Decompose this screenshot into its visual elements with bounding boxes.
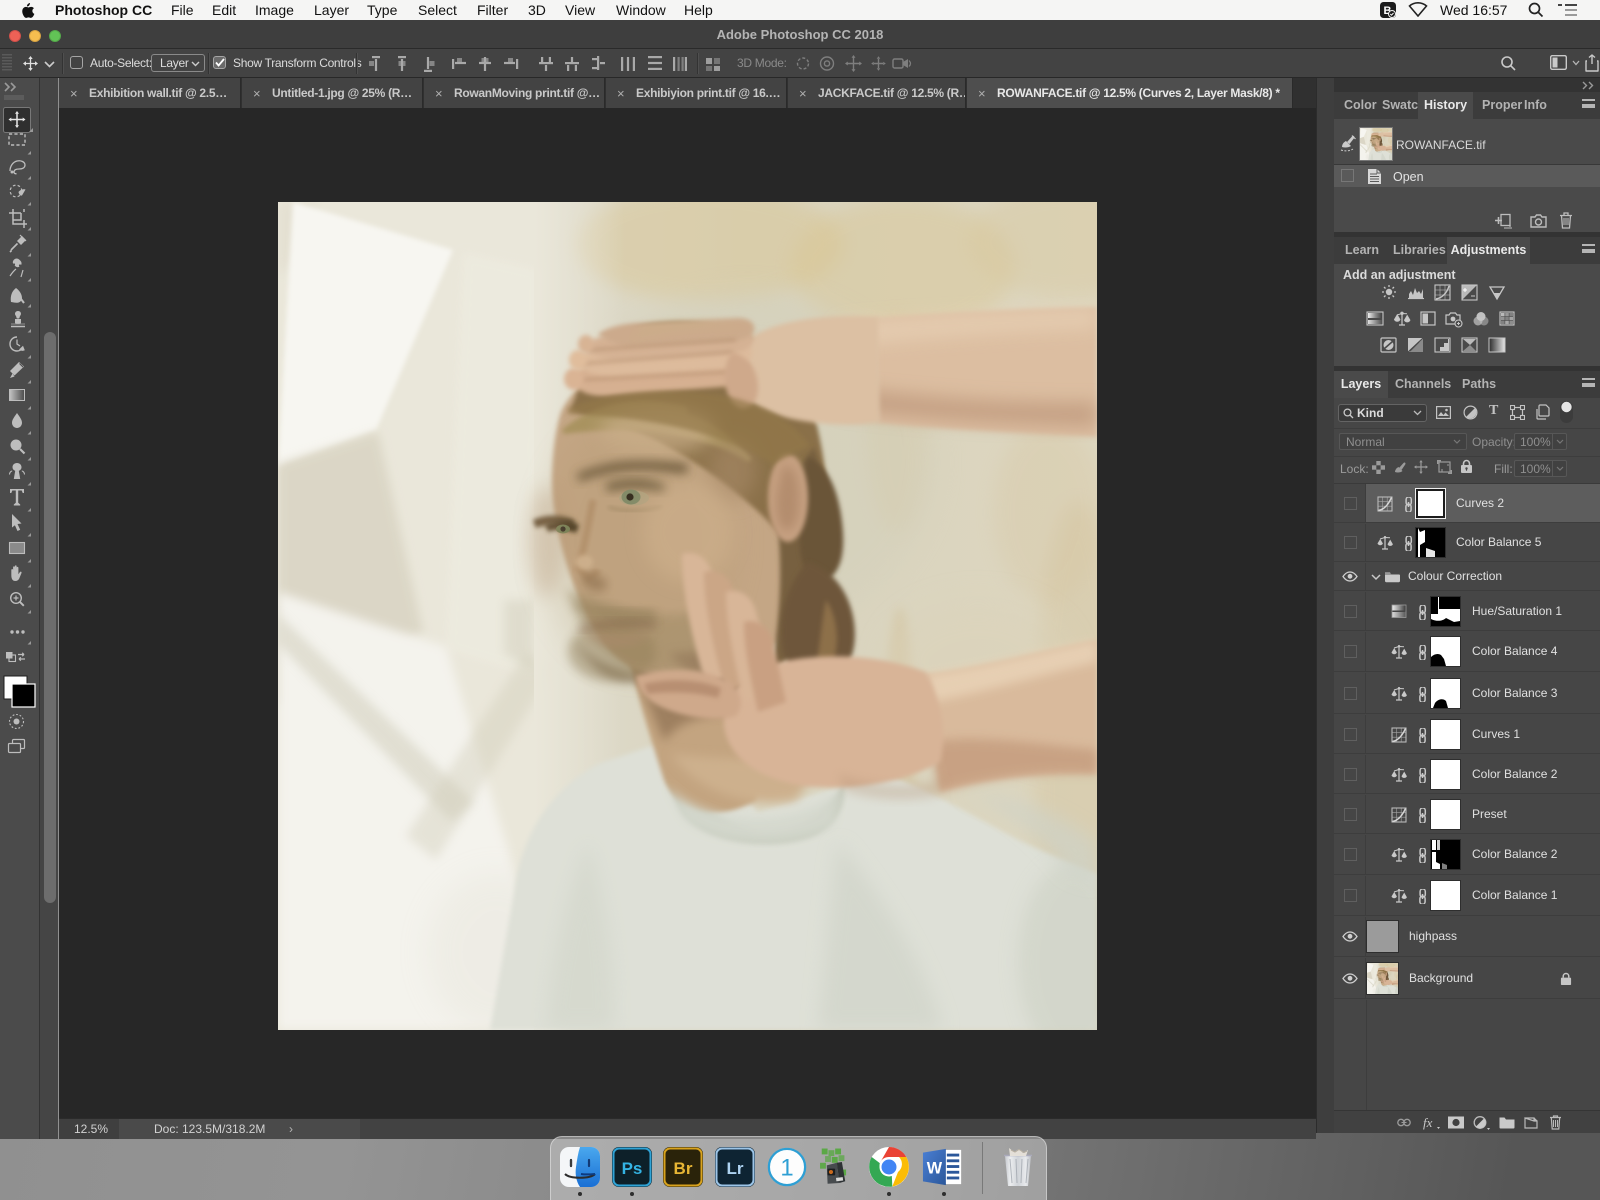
- svg-text:W: W: [927, 1160, 943, 1178]
- svg-text:1: 1: [780, 1155, 793, 1182]
- svg-text:fx: fx: [1423, 1115, 1433, 1130]
- svg-text:Lr: Lr: [727, 1159, 744, 1178]
- svg-text:Ps: Ps: [622, 1159, 643, 1178]
- svg-text:Br: Br: [674, 1159, 693, 1178]
